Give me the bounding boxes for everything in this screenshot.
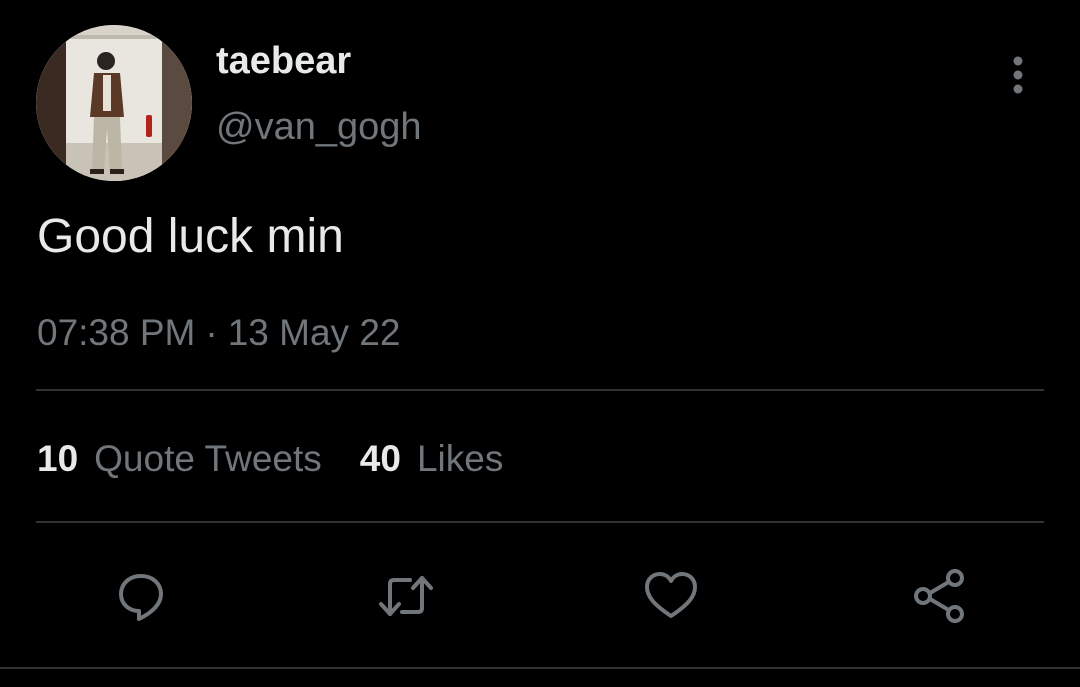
share-button[interactable]: [906, 563, 972, 629]
retweet-button[interactable]: [373, 563, 439, 629]
heart-icon: [645, 572, 697, 618]
divider-bottom: [0, 667, 1080, 669]
tweet-date: 13 May 22: [227, 312, 401, 353]
tweet-stats: 10 Quote Tweets 40 Likes: [37, 436, 541, 482]
vertical-ellipsis-icon: [1013, 56, 1023, 94]
likes-count: 40: [359, 438, 401, 479]
tweet-text: Good luck min: [37, 210, 344, 263]
quote-tweets-stat[interactable]: 10 Quote Tweets: [37, 436, 322, 482]
likes-label: Likes: [416, 438, 504, 479]
like-button[interactable]: [638, 563, 704, 629]
likes-stat[interactable]: 40 Likes: [360, 436, 504, 482]
more-options-button[interactable]: [996, 50, 1040, 100]
share-nodes-icon: [914, 569, 964, 623]
reply-button[interactable]: [108, 563, 174, 629]
tweet-time: 07:38 PM: [37, 312, 196, 353]
avatar-photo: [36, 25, 192, 181]
tweet-timestamp: 07:38 PM · 13 May 22: [37, 310, 400, 356]
divider-top: [36, 389, 1044, 391]
author-handle[interactable]: @van_gogh: [216, 104, 422, 150]
avatar[interactable]: [36, 25, 192, 181]
author-display-name[interactable]: taebear: [216, 38, 351, 84]
meta-separator: ·: [205, 312, 218, 353]
quote-tweets-count: 10: [37, 438, 79, 479]
retweet-arrows-icon: [379, 576, 433, 616]
divider-middle: [36, 521, 1044, 523]
quote-tweets-label: Quote Tweets: [94, 438, 322, 479]
speech-bubble-icon: [119, 574, 163, 621]
